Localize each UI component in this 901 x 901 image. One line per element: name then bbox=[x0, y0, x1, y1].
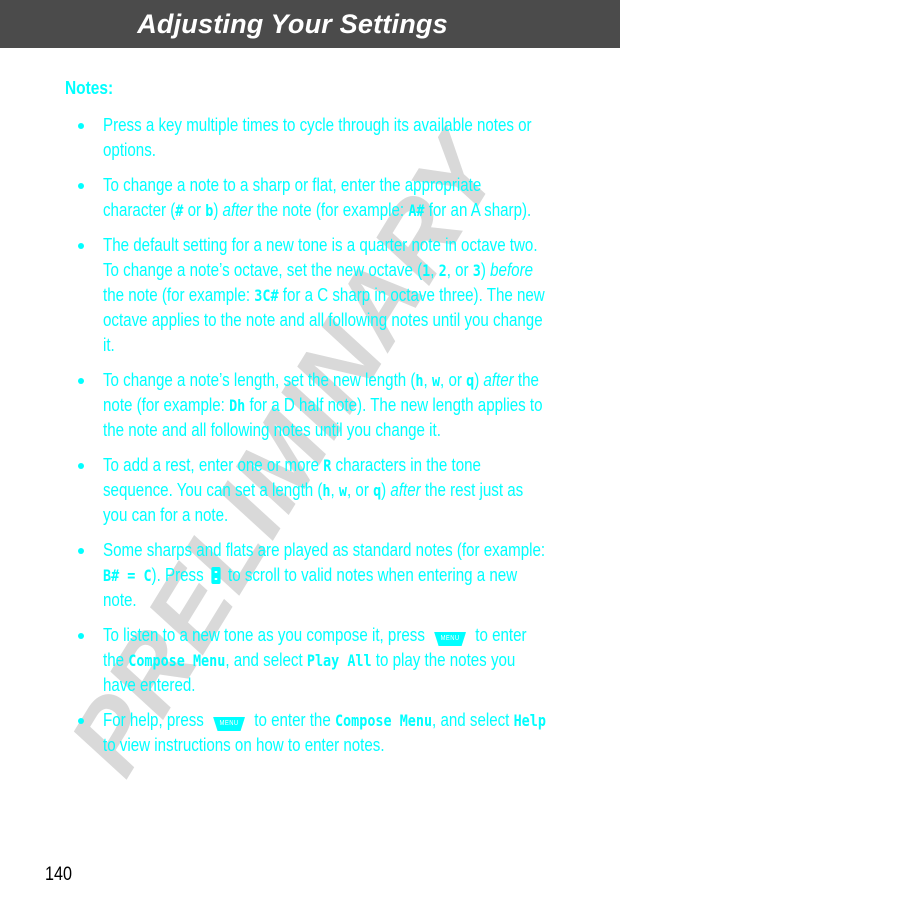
note-text-segment: R bbox=[323, 456, 332, 475]
note-text-segment: the note (for example: bbox=[252, 200, 409, 220]
note-text-segment: , or bbox=[440, 370, 467, 390]
note-item: To listen to a new tone as you compose i… bbox=[78, 623, 618, 698]
note-text-segment: , and select bbox=[432, 710, 514, 730]
menu-name: Compose Menu bbox=[128, 651, 226, 670]
note-item: To change a note’s length, set the new l… bbox=[78, 368, 618, 443]
bullet-icon bbox=[78, 183, 84, 189]
code-example: B# = C bbox=[103, 566, 152, 585]
note-text-segment: after bbox=[222, 200, 253, 220]
note-text-segment: 3 bbox=[472, 261, 481, 280]
menu-option: Play All bbox=[306, 651, 372, 670]
page-number: 140 bbox=[45, 864, 72, 885]
note-text-segment: , or bbox=[347, 480, 374, 500]
code-sharp: # bbox=[175, 201, 184, 220]
menu-key-icon: MENU bbox=[434, 632, 467, 646]
note-text: To change a note’s length, set the new l… bbox=[103, 368, 548, 443]
note-item: The default setting for a new tone is a … bbox=[78, 233, 618, 358]
note-item: Some sharps and flats are played as stan… bbox=[78, 538, 618, 613]
menu-name: Compose Menu bbox=[334, 711, 433, 730]
notes-heading: Notes: bbox=[65, 78, 114, 98]
note-text-segment: w bbox=[338, 481, 348, 500]
note-text-segment: ) bbox=[381, 480, 391, 500]
note-text-segment: h bbox=[322, 481, 331, 500]
code-example: A# bbox=[408, 201, 425, 220]
bullet-icon bbox=[78, 548, 84, 554]
code-example: 3C# bbox=[254, 286, 279, 305]
note-text-segment: the note (for example: bbox=[103, 285, 255, 305]
note-text-segment: to view instructions on how to enter not… bbox=[103, 735, 385, 755]
menu-key-icon: MENU bbox=[213, 717, 246, 731]
note-item: Press a key multiple times to cycle thro… bbox=[78, 113, 618, 163]
note-text-segment: before bbox=[490, 260, 534, 280]
note-text: Press a key multiple times to cycle thro… bbox=[103, 113, 548, 163]
note-item: To add a rest, enter one or more R chara… bbox=[78, 453, 618, 528]
note-text-segment: ) bbox=[480, 260, 491, 280]
note-text-segment: , and select bbox=[225, 650, 307, 670]
note-text-segment: , bbox=[330, 480, 339, 500]
note-text-segment: , or bbox=[446, 260, 473, 280]
note-text: To add a rest, enter one or more R chara… bbox=[103, 453, 548, 528]
note-text-segment: h bbox=[415, 371, 424, 390]
note-text-segment: after bbox=[390, 480, 421, 500]
notes-list: Press a key multiple times to cycle thro… bbox=[78, 113, 618, 768]
note-text-segment: to enter the bbox=[250, 710, 335, 730]
bullet-icon bbox=[78, 243, 84, 249]
note-text: To listen to a new tone as you compose i… bbox=[103, 623, 548, 698]
note-text-segment: To add a rest, enter one or more bbox=[103, 455, 324, 475]
bullet-icon bbox=[78, 633, 84, 639]
note-text-segment: , bbox=[423, 370, 432, 390]
note-text-segment: q bbox=[373, 481, 382, 500]
note-text: Some sharps and flats are played as stan… bbox=[103, 538, 548, 613]
note-text-segment: after bbox=[483, 370, 514, 390]
note-text-segment: ) bbox=[474, 370, 484, 390]
note-text-segment: ). Press bbox=[151, 565, 208, 585]
bullet-icon bbox=[78, 718, 84, 724]
note-text: For help, press MENU to enter the Compos… bbox=[103, 708, 548, 758]
note-text-segment: To listen to a new tone as you compose i… bbox=[103, 625, 430, 645]
note-text-segment: For help, press bbox=[103, 710, 209, 730]
note-item: To change a note to a sharp or flat, ent… bbox=[78, 173, 618, 223]
note-text: To change a note to a sharp or flat, ent… bbox=[103, 173, 548, 223]
note-text-segment: 2 bbox=[438, 261, 447, 280]
menu-option: Help bbox=[513, 711, 546, 730]
page-content: Notes: Press a key multiple times to cyc… bbox=[0, 0, 901, 901]
note-item: For help, press MENU to enter the Compos… bbox=[78, 708, 618, 758]
note-text-segment: q bbox=[466, 371, 475, 390]
note-text-segment: , bbox=[430, 260, 439, 280]
note-text-segment: for an A sharp). bbox=[424, 200, 532, 220]
note-text-segment: or bbox=[183, 200, 206, 220]
note-text-segment: w bbox=[431, 371, 441, 390]
note-text-segment: ) bbox=[213, 200, 223, 220]
note-text-segment: Press a key multiple times to cycle thro… bbox=[103, 115, 532, 160]
bullet-icon bbox=[78, 123, 84, 129]
note-text-segment: Some sharps and flats are played as stan… bbox=[103, 540, 546, 560]
bullet-icon bbox=[78, 463, 84, 469]
note-text: The default setting for a new tone is a … bbox=[103, 233, 548, 358]
nav-key-icon bbox=[211, 567, 221, 584]
code-example: Dh bbox=[229, 396, 246, 415]
bullet-icon bbox=[78, 378, 84, 384]
note-text-segment: 1 bbox=[422, 261, 431, 280]
note-text-segment: To change a note’s length, set the new l… bbox=[103, 370, 416, 390]
